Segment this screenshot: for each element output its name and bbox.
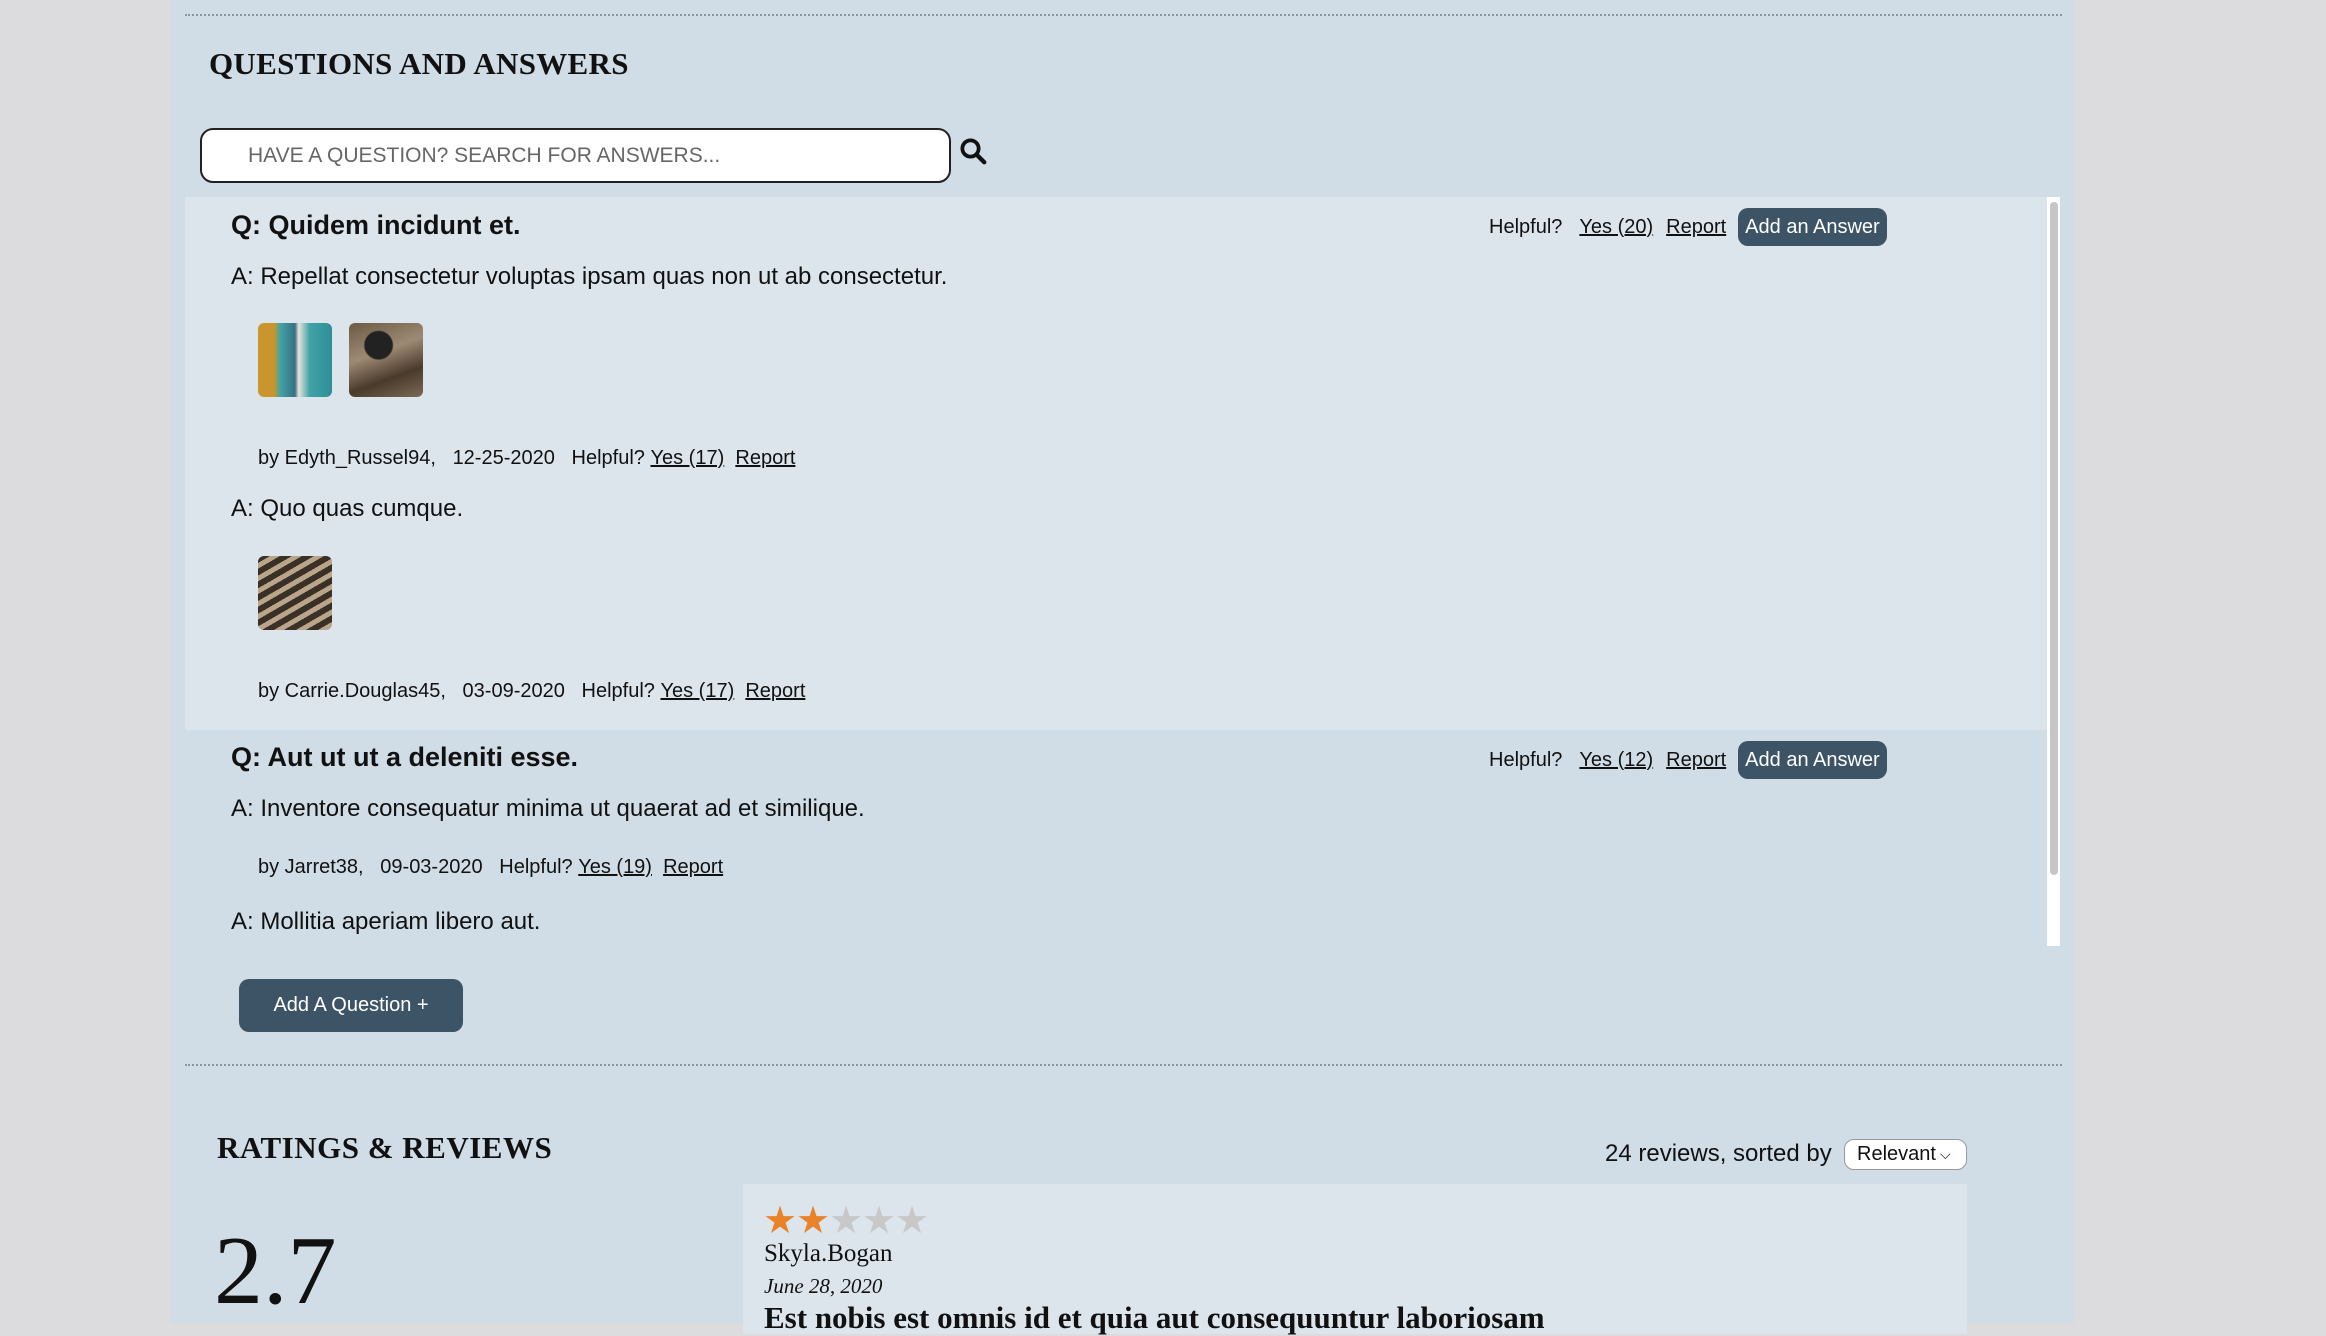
helpful-label: Helpful?	[1489, 748, 1563, 771]
answer-photo[interactable]	[258, 556, 332, 630]
helpful-yes-link[interactable]: Yes (12)	[1579, 749, 1653, 772]
reviews-title: RATINGS & REVIEWS	[217, 1130, 553, 1165]
scrollbar-thumb[interactable]	[2050, 202, 2058, 875]
review-count: 24 reviews, sorted by	[1605, 1140, 1832, 1167]
star-filled-icon: ★	[763, 1200, 798, 1242]
question-item: Q: Quidem incidunt et. Helpful? Yes (20)…	[185, 197, 2047, 730]
review-date: June 28, 2020	[764, 1274, 883, 1298]
helpful-yes-link[interactable]: Yes (19)	[578, 856, 652, 879]
answer-byline: by Carrie.Douglas45, 03-09-2020 Helpful?…	[258, 680, 805, 703]
star-empty-icon: ★	[829, 1200, 864, 1242]
answer-date: 09-03-2020	[380, 856, 483, 878]
average-rating: 2.7	[214, 1217, 337, 1325]
star-empty-icon: ★	[862, 1200, 897, 1242]
divider	[185, 14, 2062, 16]
helpful-yes-link[interactable]: Yes (17)	[651, 447, 725, 470]
answer-text: A: Inventore consequatur minima ut quaer…	[231, 795, 865, 822]
answer-photo[interactable]	[349, 323, 423, 397]
helpful-label: Helpful?	[571, 447, 645, 469]
helpful-yes-link[interactable]: Yes (20)	[1579, 216, 1653, 239]
answer-text: A: Quo quas cumque.	[231, 495, 464, 522]
answer-byline: by Edyth_Russel94, 12-25-2020 Helpful? Y…	[258, 447, 795, 470]
question-actions: Helpful? Yes (12) Report Add an Answer	[1489, 741, 1887, 779]
review-summary: Est nobis est omnis id et quia aut conse…	[764, 1300, 1545, 1335]
question-list-scrollbar[interactable]	[2047, 197, 2060, 946]
answer-date: 03-09-2020	[462, 680, 565, 702]
add-question-button[interactable]: Add A Question +	[239, 979, 463, 1032]
answer-author: by Edyth_Russel94,	[258, 447, 436, 469]
add-answer-button[interactable]: Add an Answer	[1738, 741, 1887, 779]
report-link[interactable]: Report	[735, 447, 795, 470]
chevron-down-icon: ⌵	[1939, 1146, 1951, 1162]
sort-selected: Relevant	[1857, 1143, 1936, 1165]
search-icon[interactable]	[958, 136, 988, 166]
sort-select[interactable]: Relevant ⌵	[1844, 1139, 1967, 1170]
report-link[interactable]: Report	[745, 680, 805, 703]
helpful-label: Helpful?	[499, 856, 573, 878]
answer-text: A: Repellat consectetur voluptas ipsam q…	[231, 263, 948, 290]
main-content: QUESTIONS AND ANSWERS Q: Quidem incidunt…	[171, 0, 2075, 1335]
answer-author: by Carrie.Douglas45,	[258, 680, 446, 702]
report-link[interactable]: Report	[1666, 216, 1726, 239]
reviewer-name: Skyla.Bogan	[764, 1240, 893, 1267]
answer-date: 12-25-2020	[452, 447, 555, 469]
answer-author: by Jarret38,	[258, 856, 364, 878]
report-link[interactable]: Report	[663, 856, 723, 879]
question-actions: Helpful? Yes (20) Report Add an Answer	[1489, 208, 1887, 246]
qa-search-input[interactable]	[200, 128, 951, 183]
helpful-label: Helpful?	[581, 680, 655, 702]
divider	[185, 1064, 2062, 1066]
helpful-label: Helpful?	[1489, 215, 1563, 238]
qa-title: QUESTIONS AND ANSWERS	[209, 46, 629, 81]
review-card: ★ ★ ★ ★ ★ Skyla.Bogan June 28, 2020 Est nobi…	[743, 1184, 1967, 1335]
answer-byline: by Jarret38, 09-03-2020 Helpful? Yes (19…	[258, 856, 723, 879]
answer-text: A: Mollitia aperiam libero aut.	[231, 908, 541, 935]
star-empty-icon: ★	[895, 1200, 930, 1242]
question-text: Q: Aut ut ut a deleniti esse.	[231, 742, 579, 772]
report-link[interactable]: Report	[1666, 749, 1726, 772]
question-item: Q: Aut ut ut a deleniti esse. Helpful? Y…	[185, 730, 2047, 946]
question-list: Q: Quidem incidunt et. Helpful? Yes (20)…	[185, 197, 2060, 946]
helpful-yes-link[interactable]: Yes (17)	[660, 680, 734, 703]
add-answer-button[interactable]: Add an Answer	[1738, 208, 1887, 246]
answer-photo[interactable]	[258, 323, 332, 397]
star-filled-icon: ★	[796, 1200, 831, 1242]
question-text: Q: Quidem incidunt et.	[231, 210, 521, 240]
